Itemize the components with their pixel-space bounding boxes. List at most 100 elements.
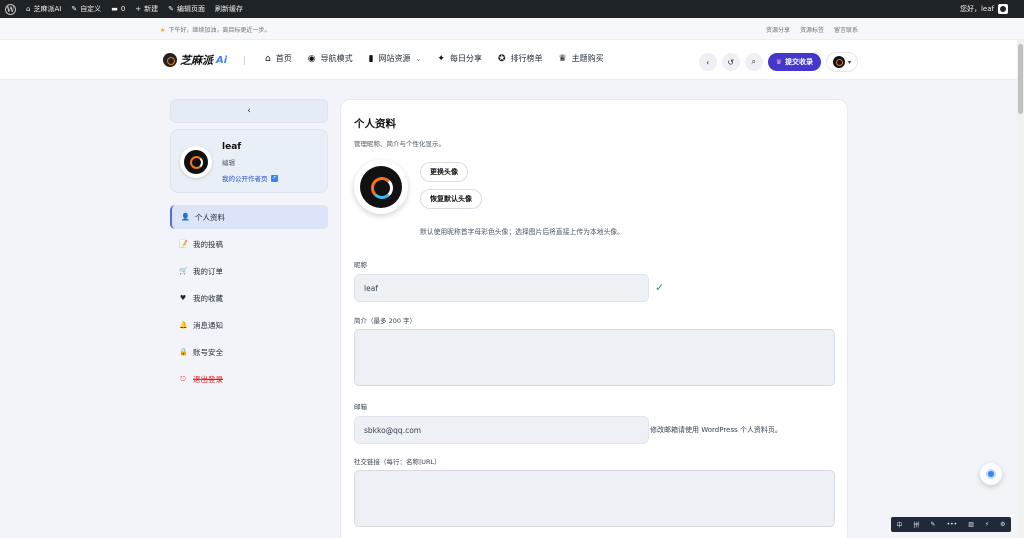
top-link[interactable]: 资源分享 [766, 25, 790, 34]
heart-icon: ♥ [179, 294, 187, 302]
account-sidebar: ‹ leaf 编辑 我的公开作者页 ↗ 👤 个人资料 📝 我的投稿 🛒 我的订单 ♥ 我的… [170, 99, 328, 394]
ime-toolbar: 中 拼 ✎ ••• ▥ ⚡ ⚙ [891, 517, 1011, 532]
bio-textarea[interactable] [354, 329, 835, 386]
new-content-link[interactable]: + 新建 [130, 0, 163, 18]
magic-wand-icon: ✦ [437, 53, 445, 64]
scrollbar[interactable] [1017, 40, 1024, 538]
sidebar-item-notifications[interactable]: 🔔 消息通知 [170, 313, 328, 337]
nav-item-resources[interactable]: ▮ 网站资源 ⌄ [369, 53, 422, 64]
search-button[interactable]: ⌕ [744, 53, 763, 71]
top-link[interactable]: 资源标签 [800, 25, 824, 34]
caret-down-icon: ▾ [847, 58, 851, 66]
ime-mode-toggle[interactable]: 中 [897, 520, 903, 529]
page-title: 个人资料 [354, 118, 396, 130]
sidebar-item-posts[interactable]: 📝 我的投稿 [170, 232, 328, 256]
external-link-icon: ↗ [270, 174, 278, 182]
avatar [832, 56, 845, 68]
top-link[interactable]: 留言联系 [834, 25, 858, 34]
scrollbar-thumb[interactable] [1018, 44, 1023, 114]
email-label: 邮箱 [354, 403, 367, 411]
avatar [180, 146, 212, 178]
public-page-link[interactable]: 我的公开作者页 ↗ [222, 173, 278, 183]
user-name: leaf [222, 142, 242, 152]
admin-bar: W ⌂ 芝麻派AI ✎ 自定义 ▬ 0 + 新建 ✎ 编辑页面 刷新缓存 您好，leaf [0, 0, 1024, 18]
site-header: 芝麻派 Ai ⌂ 首页 ◉ 导航模式 ▮ 网站资源 ⌄ ✦ 每日分享 ✪ 排行榜单 ♛ 主题购… [0, 40, 1024, 80]
lock-icon: 🔒 [179, 348, 188, 356]
account-menu[interactable]: 您好，leaf [960, 4, 1024, 14]
sidebar-item-favorites[interactable]: ♥ 我的收藏 [170, 286, 328, 310]
sidebar-item-profile[interactable]: 👤 个人资料 [170, 205, 328, 229]
collapse-button[interactable]: ‹ [170, 99, 328, 123]
cart-icon: 🛒 [179, 267, 188, 275]
nav-item-navigation[interactable]: ◉ 导航模式 [308, 53, 353, 64]
chat-bubble-icon [986, 469, 996, 479]
nav-item-daily[interactable]: ✦ 每日分享 [437, 53, 482, 64]
nickname-label: 昵称 [354, 261, 367, 269]
assistant-button[interactable] [980, 463, 1002, 485]
avatar-hint: 默认使用昵称首字母彩色头像；选择图片后将直接上传为本地头像。 [420, 228, 624, 236]
nav-item-home[interactable]: ⌂ 首页 [265, 53, 292, 64]
compass-icon: ◉ [307, 53, 316, 64]
user-role: 编辑 [222, 159, 235, 167]
site-name-link[interactable]: ⌂ 芝麻派AI [21, 0, 66, 18]
home-icon: ⌂ [265, 53, 271, 64]
back-button[interactable]: ‹ [698, 53, 717, 71]
submit-button[interactable]: ♛ 提交收录 [767, 53, 821, 71]
main-nav: ⌂ 首页 ◉ 导航模式 ▮ 网站资源 ⌄ ✦ 每日分享 ✪ 排行榜单 ♛ 主题购买 [265, 53, 604, 64]
pencil-icon: ✎ [71, 5, 78, 13]
logout-icon: ⎋ [180, 374, 186, 383]
award-icon: ✪ [497, 53, 506, 64]
avatar [998, 4, 1008, 14]
site-logo[interactable]: 芝麻派 Ai [163, 52, 227, 68]
more-icon[interactable]: ••• [947, 521, 958, 528]
pencil-icon: ✎ [168, 5, 175, 13]
chevron-left-icon: ‹ [706, 57, 710, 67]
change-avatar-button[interactable]: 更换头像 [420, 162, 468, 182]
clear-cache-link[interactable]: 刷新缓存 [210, 0, 248, 18]
greeting-message: ★ 下午好，继续加油，离目标更近一步。 [160, 27, 271, 34]
crown-icon: ♛ [558, 53, 567, 64]
search-icon: ⌕ [751, 57, 756, 66]
divider [244, 56, 245, 65]
email-field[interactable]: sbkko@qq.com [354, 416, 649, 444]
bio-label: 简介（最多 200 字） [354, 317, 417, 325]
pen-icon[interactable]: ✎ [931, 521, 936, 528]
social-links-label: 社交链接（每行：名称|URL） [354, 458, 441, 466]
history-button[interactable]: ↺ [721, 53, 740, 71]
nav-item-ranking[interactable]: ✪ 排行榜单 [498, 53, 543, 64]
post-icon: 📝 [179, 240, 188, 248]
pinyin-toggle[interactable]: 拼 [914, 520, 920, 529]
edit-page-link[interactable]: ✎ 编辑页面 [163, 0, 210, 18]
star-icon: ★ [160, 27, 166, 34]
sidebar-item-security[interactable]: 🔒 账号安全 [170, 340, 328, 364]
sidebar-item-logout[interactable]: ⎋ 退出登录 [170, 367, 328, 391]
reset-avatar-button[interactable]: 恢复默认头像 [420, 189, 482, 209]
logo-mark-icon [163, 53, 177, 67]
checkmark-icon: ✓ [655, 281, 665, 294]
nickname-field[interactable]: leaf [354, 274, 649, 302]
avatar [354, 160, 408, 214]
nav-item-theme[interactable]: ♛ 主题购买 [559, 53, 604, 64]
comments-link[interactable]: ▬ 0 [106, 0, 130, 18]
bar-chart-icon: ▮ [368, 53, 374, 64]
gear-icon[interactable]: ⚙ [1000, 521, 1005, 528]
keyboard-icon[interactable]: ▥ [968, 521, 974, 528]
user-card: leaf 编辑 我的公开作者页 ↗ [170, 129, 328, 193]
chevron-down-icon: ⌄ [415, 54, 422, 63]
chevron-left-icon: ‹ [247, 106, 251, 116]
profile-panel: 个人资料 管理昵称、简介与个性化显示。 更换头像 恢复默认头像 默认使用昵称首字… [340, 99, 848, 538]
user-icon: 👤 [181, 213, 190, 221]
home-icon: ⌂ [26, 5, 31, 13]
wordpress-icon: W [5, 3, 16, 15]
bell-icon: 🔔 [179, 321, 188, 329]
flash-icon[interactable]: ⚡ [985, 521, 989, 528]
customize-link[interactable]: ✎ 自定义 [66, 0, 106, 18]
social-links-textarea[interactable] [354, 470, 835, 527]
sidebar-item-orders[interactable]: 🛒 我的订单 [170, 259, 328, 283]
sidebar-menu: 👤 个人资料 📝 我的投稿 🛒 我的订单 ♥ 我的收藏 🔔 消息通知 🔒 账号安全 ⎋ 退出登… [170, 205, 328, 391]
user-menu[interactable]: ▾ [826, 52, 858, 72]
notice-bar: ★ 下午好，继续加油，离目标更近一步。 资源分享 资源标签 留言联系 [0, 18, 1024, 40]
wp-menu[interactable]: W [0, 0, 21, 18]
page-subtitle: 管理昵称、简介与个性化显示。 [354, 140, 445, 148]
history-icon: ↺ [727, 57, 735, 67]
